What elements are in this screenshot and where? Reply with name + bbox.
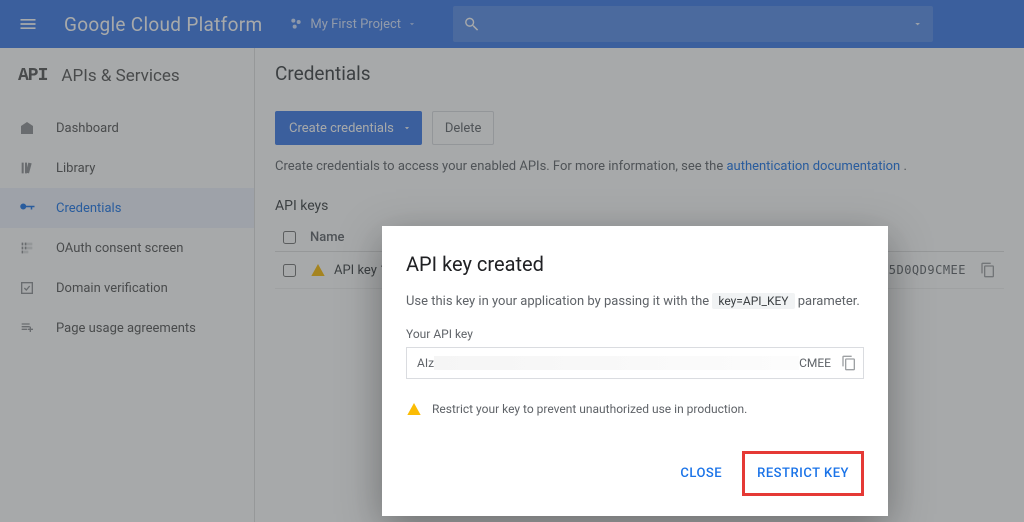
- dialog-title: API key created: [406, 252, 864, 276]
- dialog-actions: CLOSE RESTRICT KEY: [406, 451, 864, 506]
- api-key-field[interactable]: AIz CMEE: [406, 347, 864, 379]
- warning-icon: [406, 401, 422, 417]
- annotation-highlight: RESTRICT KEY: [742, 451, 864, 496]
- api-key-created-dialog: API key created Use this key in your app…: [382, 226, 888, 516]
- api-key-label: Your API key: [406, 327, 864, 341]
- restrict-key-button[interactable]: RESTRICT KEY: [745, 456, 861, 491]
- copy-icon[interactable]: [841, 355, 857, 371]
- key-mask: [434, 356, 799, 370]
- key-suffix: CMEE: [799, 356, 831, 370]
- close-button[interactable]: CLOSE: [668, 451, 734, 496]
- warning-text: Restrict your key to prevent unauthorize…: [432, 402, 747, 416]
- key-prefix: AIz: [417, 356, 434, 370]
- dialog-warning: Restrict your key to prevent unauthorize…: [406, 401, 864, 417]
- dialog-description: Use this key in your application by pass…: [406, 294, 864, 309]
